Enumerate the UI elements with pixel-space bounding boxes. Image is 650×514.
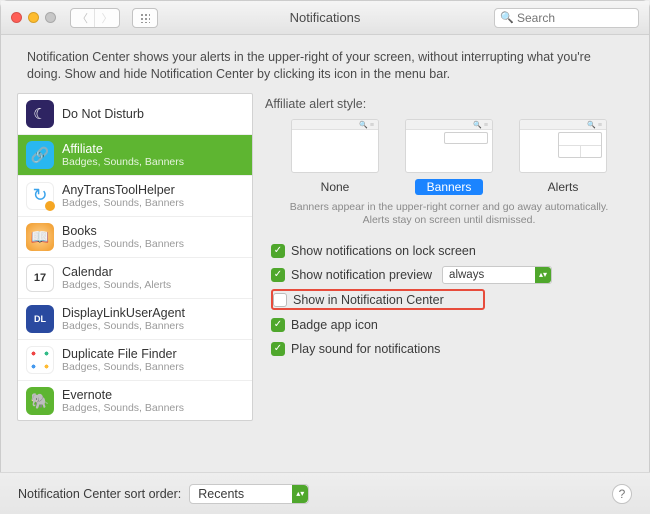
opt-preview[interactable]: ✓ Show notification preview always ▴▾ (271, 264, 633, 285)
style-alerts[interactable]: 🔍 ≡ Alerts (519, 119, 607, 195)
checkbox-sound[interactable]: ✓ (271, 342, 285, 356)
checkbox-notification-center[interactable] (273, 293, 287, 307)
alert-style-title: Affiliate alert style: (265, 97, 633, 111)
search-input[interactable] (494, 8, 639, 28)
sidebar-item-sub: Badges, Sounds, Banners (62, 361, 184, 373)
options-list: ✓ Show notifications on lock screen ✓ Sh… (265, 240, 633, 359)
opt-badge[interactable]: ✓ Badge app icon (271, 314, 633, 335)
sidebar-item-label: Books (62, 224, 184, 238)
alert-style-selector: 🔍 ≡ None 🔍 ≡ Banners 🔍 ≡ Alerts (265, 119, 633, 195)
sidebar-item-displaylink[interactable]: DL DisplayLinkUserAgent Badges, Sounds, … (18, 299, 252, 340)
checkbox-badge[interactable]: ✓ (271, 318, 285, 332)
app-list[interactable]: ☾ Do Not Disturb 🔗 Affiliate Badges, Sou… (17, 93, 253, 421)
sidebar-item-label: Duplicate File Finder (62, 347, 184, 361)
titlebar: 〈 〉 Notifications 🔍 (1, 1, 649, 35)
chevron-updown-icon: ▴▾ (296, 489, 304, 498)
style-none-label: None (309, 179, 362, 195)
checkbox-preview[interactable]: ✓ (271, 268, 285, 282)
nav-back-forward: 〈 〉 (70, 8, 120, 28)
footer: Notification Center sort order: Recents … (0, 472, 650, 514)
sidebar-item-sub: Badges, Sounds, Alerts (62, 279, 171, 291)
help-button[interactable]: ? (612, 484, 632, 504)
sidebar-item-sub: Badges, Sounds, Banners (62, 156, 184, 168)
opt-label: Show notification preview (291, 268, 432, 282)
sidebar-item-label: DisplayLinkUserAgent (62, 306, 185, 320)
detail-pane: Affiliate alert style: 🔍 ≡ None 🔍 ≡ Bann… (265, 93, 633, 421)
style-banners-preview: 🔍 ≡ (405, 119, 493, 173)
sort-order-value: Recents (198, 487, 244, 501)
sort-order-select[interactable]: Recents ▴▾ (189, 484, 309, 504)
checkbox-lock[interactable]: ✓ (271, 244, 285, 258)
style-banners[interactable]: 🔍 ≡ Banners (405, 119, 493, 195)
sidebar-item-anytrans[interactable]: AnyTransToolHelper Badges, Sounds, Banne… (18, 176, 252, 217)
sidebar-item-calendar[interactable]: Calendar Badges, Sounds, Alerts (18, 258, 252, 299)
style-none[interactable]: 🔍 ≡ None (291, 119, 379, 195)
sidebar-item-sub: Badges, Sounds, Banners (62, 402, 184, 414)
opt-sound[interactable]: ✓ Play sound for notifications (271, 338, 633, 359)
sidebar-item-duplicate-finder[interactable]: Duplicate File Finder Badges, Sounds, Ba… (18, 340, 252, 381)
sidebar-item-sub: Badges, Sounds, Banners (62, 197, 184, 209)
sidebar-item-label: Calendar (62, 265, 171, 279)
preview-select[interactable]: always ▴▾ (442, 266, 552, 284)
opt-label: Badge app icon (291, 318, 378, 332)
opt-label: Show notifications on lock screen (291, 244, 476, 258)
displaylink-icon: DL (26, 305, 54, 333)
sidebar-item-label: Evernote (62, 388, 184, 402)
style-alerts-label: Alerts (536, 179, 591, 195)
back-button[interactable]: 〈 (71, 9, 95, 27)
sidebar-item-sub: Badges, Sounds, Banners (62, 238, 184, 250)
sidebar-item-evernote[interactable]: 🐘 Evernote Badges, Sounds, Banners (18, 381, 252, 421)
link-icon: 🔗 (26, 141, 54, 169)
search-field-wrapper: 🔍 (494, 8, 639, 28)
sidebar-item-label: Do Not Disturb (62, 107, 144, 121)
search-icon: 🔍 (500, 11, 514, 24)
sidebar-item-affiliate[interactable]: 🔗 Affiliate Badges, Sounds, Banners (18, 135, 252, 176)
main-area: ☾ Do Not Disturb 🔗 Affiliate Badges, Sou… (1, 93, 649, 421)
evernote-icon: 🐘 (26, 387, 54, 415)
style-banners-label: Banners (415, 179, 484, 195)
chevron-updown-icon: ▴▾ (539, 271, 547, 279)
show-all-button[interactable] (132, 8, 158, 28)
style-none-preview: 🔍 ≡ (291, 119, 379, 173)
opt-label: Show in Notification Center (293, 293, 444, 307)
opt-notification-center[interactable]: Show in Notification Center (271, 289, 485, 310)
opt-lock-screen[interactable]: ✓ Show notifications on lock screen (271, 240, 633, 261)
style-note: Banners appear in the upper-right corner… (283, 201, 615, 228)
style-alerts-preview: 🔍 ≡ (519, 119, 607, 173)
anytrans-icon (26, 182, 54, 210)
duplicate-finder-icon (26, 346, 54, 374)
sidebar-item-books[interactable]: 📖 Books Badges, Sounds, Banners (18, 217, 252, 258)
preview-select-value: always (449, 269, 484, 281)
books-icon: 📖 (26, 223, 54, 251)
sort-order-label: Notification Center sort order: (18, 487, 181, 501)
window-controls (11, 12, 56, 23)
close-window-button[interactable] (11, 12, 22, 23)
opt-label: Play sound for notifications (291, 342, 440, 356)
grid-icon (140, 13, 150, 23)
minimize-window-button[interactable] (28, 12, 39, 23)
intro-text: Notification Center shows your alerts in… (1, 35, 649, 93)
zoom-window-button[interactable] (45, 12, 56, 23)
calendar-icon (26, 264, 54, 292)
sidebar-item-label: Affiliate (62, 142, 184, 156)
sidebar-item-sub: Badges, Sounds, Banners (62, 320, 185, 332)
moon-icon: ☾ (26, 100, 54, 128)
sidebar-item-label: AnyTransToolHelper (62, 183, 184, 197)
forward-button[interactable]: 〉 (95, 9, 119, 27)
sidebar-item-dnd[interactable]: ☾ Do Not Disturb (18, 94, 252, 135)
